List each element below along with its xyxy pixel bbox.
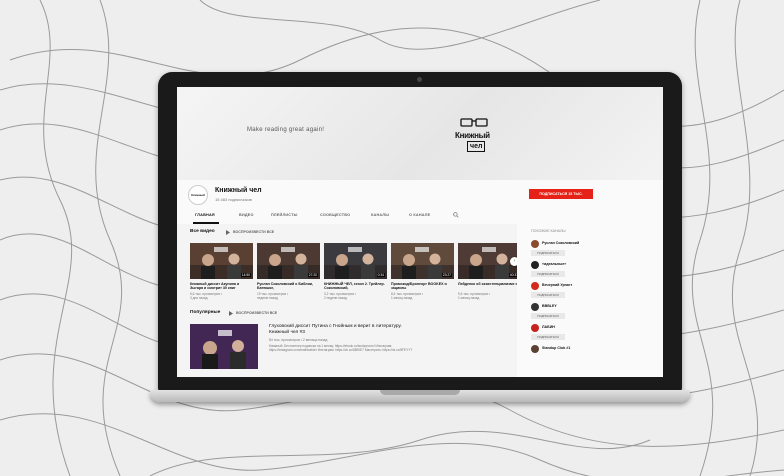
related-channel-subscribe-button[interactable]: ПОДПИСАТЬСЯ — [531, 334, 565, 340]
related-channel-avatar[interactable] — [531, 261, 539, 269]
video-title[interactable]: Книжный дисcит Акунина и Зыгаря и смотри… — [190, 282, 253, 291]
related-channel-subscribe-button[interactable]: ПОДПИСАТЬСЯ — [531, 250, 565, 256]
related-channel-item[interactable]: Руслан Соколовский ПОДПИСАТЬСЯ — [531, 240, 661, 258]
video-duration: 0:34 — [376, 273, 385, 277]
related-channel-avatar[interactable] — [531, 240, 539, 248]
play-icon[interactable] — [226, 230, 230, 235]
laptop-screen: Make reading great again! Книжный чел Кн… — [177, 87, 663, 377]
channel-logo: Книжный чел — [447, 113, 503, 155]
tab-community[interactable]: СООБЩЕСТВО — [320, 213, 350, 217]
related-channel-item[interactable]: BBBLEY ПОДПИСАТЬСЯ — [531, 303, 661, 321]
search-icon[interactable] — [453, 212, 459, 218]
tab-home[interactable]: ГЛАВНАЯ — [195, 213, 215, 217]
glasses-icon — [460, 118, 488, 127]
related-channel-subscribe-button[interactable]: ПОДПИСАТЬСЯ — [531, 292, 565, 298]
related-channel-avatar[interactable] — [531, 282, 539, 290]
video-age: 1 месяц назад — [458, 296, 480, 300]
tab-videos[interactable]: ВИДЕО — [239, 213, 254, 217]
related-channel-name[interactable]: BBBLEY — [542, 304, 557, 308]
banner-tagline: Make reading great again! — [247, 127, 325, 133]
related-channel-item[interactable]: ЛАБИН ПОДПИСАТЬСЯ — [531, 324, 661, 342]
channel-banner: Make reading great again! Книжный чел — [177, 87, 663, 180]
laptop-base — [150, 390, 690, 402]
related-channel-item[interactable]: Вечерний Ургант ПОДПИСАТЬСЯ — [531, 282, 661, 300]
tab-about[interactable]: О КАНАЛЕ — [409, 213, 430, 217]
related-channel-avatar[interactable] — [531, 303, 539, 311]
laptop-lid: Make reading great again! Книжный чел Кн… — [158, 72, 682, 392]
logo-text-bottom: чел — [467, 141, 486, 152]
video-thumbnail[interactable]: 14:50 — [190, 243, 253, 279]
popular-video-title[interactable]: Глуховский дисcит Путина с Гнойным и вер… — [269, 324, 419, 336]
popular-video-meta: 84 тыс. просмотров • 2 месяца назад — [269, 338, 328, 342]
laptop-notch — [380, 390, 460, 395]
channel-header: Книжный чел Книжный чел 15 483 подписчик… — [177, 180, 663, 215]
related-channel-name[interactable]: ЛАБИН — [542, 325, 555, 329]
sidebar-title: ПОХОЖИЕ КАНАЛЫ — [531, 229, 566, 233]
video-age: 1 месяц назад — [391, 296, 413, 300]
channel-avatar[interactable]: Книжный чел — [188, 185, 208, 215]
popular-title: Популярные — [190, 310, 221, 315]
subscriber-count: 15 483 подписчиков — [215, 197, 252, 202]
video-title[interactable]: Промокод/Бронеорг BOOKEX и зациклы — [391, 282, 454, 291]
related-channel-avatar[interactable] — [531, 324, 539, 332]
video-age: 2 недели назад — [324, 296, 347, 300]
video-duration: 23:27 — [441, 273, 452, 277]
main-content: Все видео ВОСПРОИЗВЕСТИ ВСЕ 14:50 Книжный… — [177, 224, 521, 377]
play-icon[interactable] — [229, 311, 233, 316]
video-duration: 14:50 — [240, 273, 251, 277]
video-title[interactable]: Лейденко об экзистенциализме и — [458, 282, 521, 286]
tab-channels[interactable]: КАНАЛЫ — [371, 213, 389, 217]
popular-video-description: Книжный. Бестселлер подписка на 1 месяц:… — [269, 344, 413, 353]
tab-playlists[interactable]: ПЛЕЙЛИСТЫ — [271, 213, 298, 217]
camera-dot — [417, 77, 422, 82]
related-channels-sidebar: ПОХОЖИЕ КАНАЛЫ Руслан Соколовский ПОДПИСА… — [517, 224, 663, 377]
video-thumbnail[interactable]: 0:34 — [324, 243, 387, 279]
video-thumbnail[interactable]: 27:20 — [257, 243, 320, 279]
video-duration: 27:20 — [307, 273, 318, 277]
related-channel-subscribe-button[interactable]: ПОДПИСАТЬСЯ — [531, 313, 565, 319]
related-channel-name[interactable]: Standup Club #1 — [542, 346, 570, 350]
related-channel-avatar[interactable] — [531, 345, 539, 353]
popular-video-thumbnail[interactable] — [190, 324, 258, 369]
related-channel-item[interactable]: Standup Club #1 — [531, 345, 661, 363]
popular-play-all[interactable]: ВОСПРОИЗВЕСТИ ВСЕ — [236, 311, 277, 315]
related-channel-name[interactable]: Руслан Соколовский — [542, 241, 579, 245]
uploads-play-all[interactable]: ВОСПРОИЗВЕСТИ ВСЕ — [233, 230, 274, 234]
video-title[interactable]: КНИЖНЫЙ ЧЕЛ, сезон 2. Трейлер. Соколовск… — [324, 282, 387, 291]
video-age: 3 дня назад — [190, 296, 208, 300]
uploads-title: Все видео — [190, 229, 215, 234]
channel-tabs: ГЛАВНАЯ ВИДЕО ПЛЕЙЛИСТЫ СООБЩЕСТВО КАНАЛ… — [177, 208, 663, 225]
video-age: неделю назад — [257, 296, 278, 300]
related-channel-subscribe-button[interactable]: ПОДПИСАТЬСЯ — [531, 271, 565, 277]
related-channel-name[interactable]: «идеальные» — [542, 262, 566, 266]
video-title[interactable]: Руслан Соколовский о Библии, Батюшке, — [257, 282, 320, 291]
related-channel-name[interactable]: Вечерний Ургант — [542, 283, 572, 287]
subscribe-button[interactable]: ПОДПИСАТЬСЯ 15 ТЫС. — [529, 189, 593, 199]
related-channel-item[interactable]: «идеальные» ПОДПИСАТЬСЯ — [531, 261, 661, 279]
video-thumbnail[interactable]: 23:27 — [391, 243, 454, 279]
logo-text-top: Книжный — [455, 131, 490, 140]
channel-name[interactable]: Книжный чел — [215, 187, 262, 194]
